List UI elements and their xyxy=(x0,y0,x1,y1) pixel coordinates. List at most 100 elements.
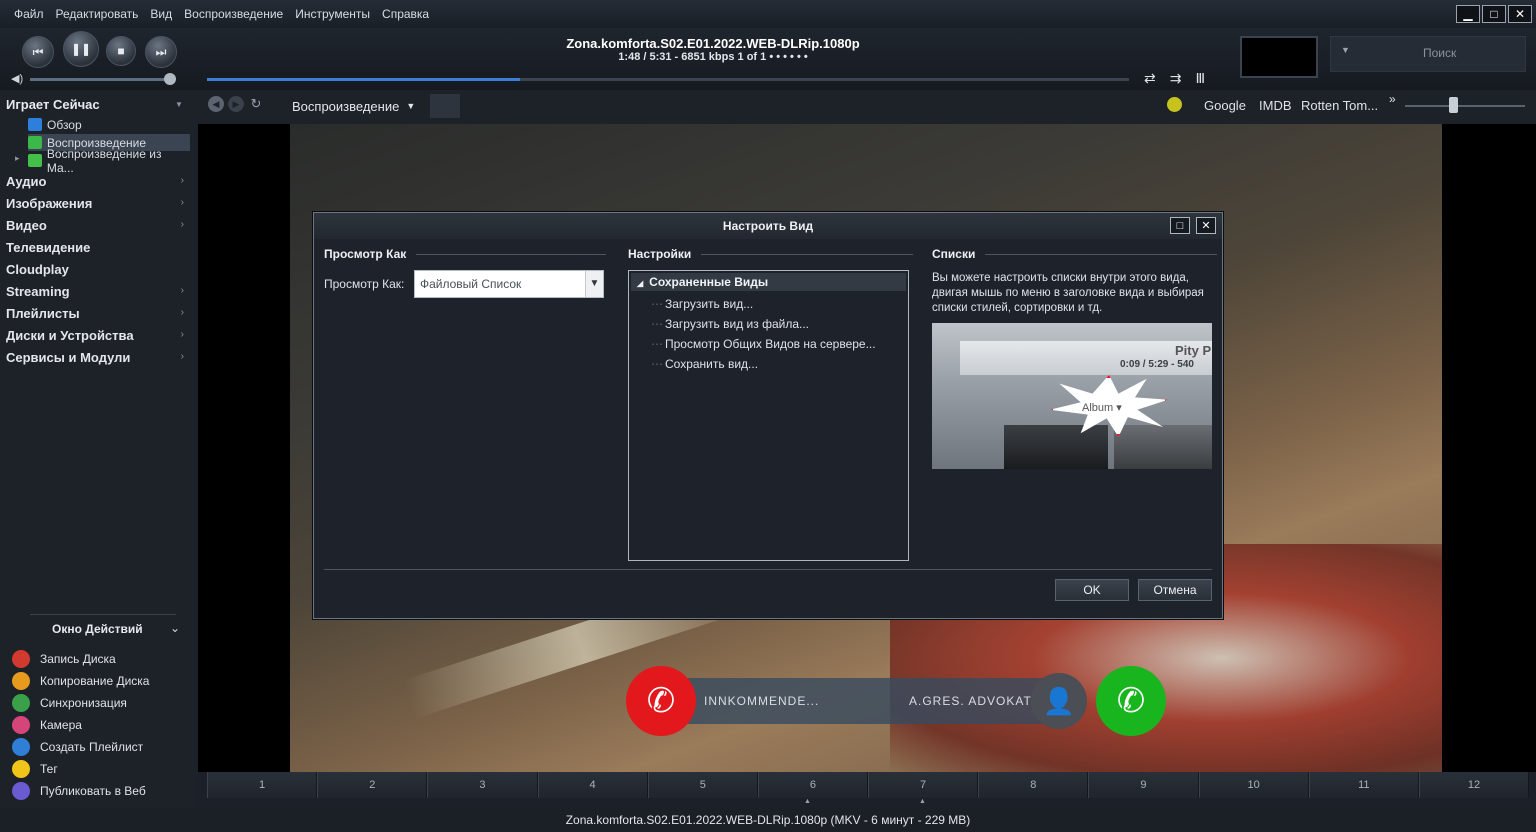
chapter-7[interactable]: 7 xyxy=(868,772,979,798)
tree-item-server-views[interactable]: ⋯ Просмотр Общих Видов на сервере... xyxy=(651,337,876,351)
chevron-right-icon: › xyxy=(180,197,184,208)
volume-slider-thumb[interactable] xyxy=(164,73,176,85)
equalizer-icon[interactable]: Ⅲ xyxy=(1195,70,1205,87)
hint-album-cover xyxy=(1004,425,1108,469)
play-icon xyxy=(28,136,42,149)
link-imdb[interactable]: IMDB xyxy=(1259,98,1292,113)
chapter-11[interactable]: 11 xyxy=(1308,772,1419,798)
sidebar-item-cloudplay[interactable]: Cloudplay xyxy=(6,262,190,277)
status-indicator-icon[interactable] xyxy=(1167,97,1182,112)
chapter-3[interactable]: 3 xyxy=(427,772,538,798)
volume-slider[interactable] xyxy=(30,78,170,81)
action-tag[interactable]: Тег xyxy=(12,760,58,778)
collapse-icon[interactable]: ▼ xyxy=(175,100,183,109)
close-button[interactable]: ✕ xyxy=(1508,5,1532,23)
action-label: Камера xyxy=(40,718,82,732)
chapter-1[interactable]: 1 xyxy=(207,772,318,798)
chapter-4[interactable]: 4 xyxy=(537,772,648,798)
sidebar: Играет Сейчас ▼ Обзор Воспроизведение ▸ … xyxy=(0,90,198,832)
ok-button[interactable]: OK xyxy=(1055,579,1129,601)
stop-button[interactable]: ■ xyxy=(106,36,136,66)
action-label: Публиковать в Веб xyxy=(40,784,146,798)
menu-file[interactable]: Файл xyxy=(8,0,50,28)
tree-item-save-view[interactable]: ⋯ Сохранить вид... xyxy=(651,357,758,371)
sidebar-item-drives[interactable]: Диски и Устройства › xyxy=(6,328,190,343)
back-button[interactable]: ◀ xyxy=(208,96,224,112)
pause-button[interactable]: ❚❚ xyxy=(63,31,99,67)
sidebar-item-playlists[interactable]: Плейлисты › xyxy=(6,306,190,321)
sidebar-item-services[interactable]: Сервисы и Модули › xyxy=(6,350,190,365)
next-icon: ⏭ xyxy=(155,44,167,59)
menu-view[interactable]: Вид xyxy=(144,0,178,28)
search-scope-icon[interactable]: ▼ xyxy=(1341,45,1350,55)
dialog-close-button[interactable]: ✕ xyxy=(1196,217,1216,234)
shuffle-icon[interactable]: ⇉ xyxy=(1170,70,1182,87)
tab-playback[interactable]: Воспроизведение ▼ xyxy=(278,94,430,118)
hint-album-label: Album ▾ xyxy=(1082,402,1122,414)
tree-item-load-view[interactable]: ⋯ Загрузить вид... xyxy=(651,297,753,311)
tree-line: ⋯ xyxy=(651,317,663,331)
action-burn-disc[interactable]: Запись Диска xyxy=(12,650,116,668)
zoom-slider-thumb[interactable] xyxy=(1449,97,1458,113)
repeat-icon[interactable]: ⇄ xyxy=(1144,70,1156,87)
chevron-down-icon: ▼ xyxy=(406,101,416,111)
sidebar-item-remote-playback[interactable]: Воспроизведение из Ма... xyxy=(28,147,190,175)
refresh-button[interactable]: ↻ xyxy=(248,96,264,112)
action-camera[interactable]: Камера xyxy=(12,716,82,734)
menu-edit[interactable]: Редактировать xyxy=(50,0,145,28)
chevron-down-icon[interactable]: ▼ xyxy=(585,271,603,297)
chapter-9[interactable]: 9 xyxy=(1088,772,1199,798)
chevron-right-icon: › xyxy=(180,351,184,362)
sidebar-item-streaming[interactable]: Streaming › xyxy=(6,284,190,299)
more-links-icon[interactable]: » xyxy=(1389,92,1396,106)
view-as-select[interactable]: Файловый Список ▼ xyxy=(414,270,604,298)
menu-bar: Файл Редактировать Вид Воспроизведение И… xyxy=(0,0,1536,28)
new-tab-button[interactable] xyxy=(430,94,460,118)
sidebar-item-images[interactable]: Изображения › xyxy=(6,196,190,211)
tree-item-load-from-file[interactable]: ⋯ Загрузить вид из файла... xyxy=(651,317,809,331)
link-rotten-tomatoes[interactable]: Rotten Tom... xyxy=(1301,98,1378,113)
content-toolbar: ◀ ▶ ↻ Воспроизведение ▼ Google IMDB Rott… xyxy=(198,90,1536,124)
sidebar-item-label: Изображения xyxy=(6,196,93,211)
menu-help[interactable]: Справка xyxy=(376,0,435,28)
forward-icon: ▶ xyxy=(232,98,240,109)
chapter-5[interactable]: 5 xyxy=(647,772,758,798)
chapter-8[interactable]: 8 xyxy=(978,772,1089,798)
seek-bar[interactable] xyxy=(207,78,1129,81)
chapter-10[interactable]: 10 xyxy=(1198,772,1309,798)
dialog-maximize-button[interactable]: □ xyxy=(1170,217,1190,234)
previous-track-button[interactable]: ⏮ xyxy=(22,36,54,68)
menu-playback[interactable]: Воспроизведение xyxy=(178,0,289,28)
tree-group-saved-views[interactable]: ◢ Сохраненные Виды xyxy=(631,273,906,291)
forward-button[interactable]: ▶ xyxy=(228,96,244,112)
action-rip-disc[interactable]: Копирование Диска xyxy=(12,672,149,690)
minimize-button[interactable]: ▁ xyxy=(1456,5,1480,23)
sidebar-item-tv[interactable]: Телевидение xyxy=(6,240,190,255)
sidebar-item-video[interactable]: Видео › xyxy=(6,218,190,233)
sidebar-item-overview[interactable]: Обзор xyxy=(28,116,190,133)
action-window-header[interactable]: Окно Действий xyxy=(52,622,143,636)
sidebar-item-audio[interactable]: Аудио › xyxy=(6,174,190,189)
cancel-button[interactable]: Отмена xyxy=(1138,579,1212,601)
section-divider xyxy=(416,253,607,255)
next-track-button[interactable]: ⏭ xyxy=(145,36,177,68)
link-google[interactable]: Google xyxy=(1204,98,1246,113)
sidebar-item-label: Сервисы и Модули xyxy=(6,350,131,365)
action-sync[interactable]: Синхронизация xyxy=(12,694,127,712)
menu-tools[interactable]: Инструменты xyxy=(289,0,376,28)
action-create-playlist[interactable]: Создать Плейлист xyxy=(12,738,143,756)
chapter-12[interactable]: 12 xyxy=(1418,772,1530,798)
sidebar-header-now-playing[interactable]: Играет Сейчас xyxy=(6,97,100,112)
tab-label: Воспроизведение xyxy=(292,98,400,114)
chapter-2[interactable]: 2 xyxy=(317,772,428,798)
action-publish-web[interactable]: Публиковать в Веб xyxy=(12,782,146,800)
saved-views-tree: ◢ Сохраненные Виды ⋯ Загрузить вид... ⋯ Заг… xyxy=(628,270,909,561)
zoom-slider[interactable] xyxy=(1405,105,1525,107)
search-input[interactable]: ▼ Поиск xyxy=(1330,36,1526,72)
video-thumbnail[interactable] xyxy=(1240,36,1318,78)
expand-icon[interactable]: ▸ xyxy=(15,153,20,164)
chapter-6[interactable]: 6 xyxy=(757,772,869,798)
stop-icon: ■ xyxy=(117,44,125,58)
chevron-down-icon[interactable]: ⌄ xyxy=(170,621,180,635)
maximize-button[interactable]: □ xyxy=(1482,5,1506,23)
